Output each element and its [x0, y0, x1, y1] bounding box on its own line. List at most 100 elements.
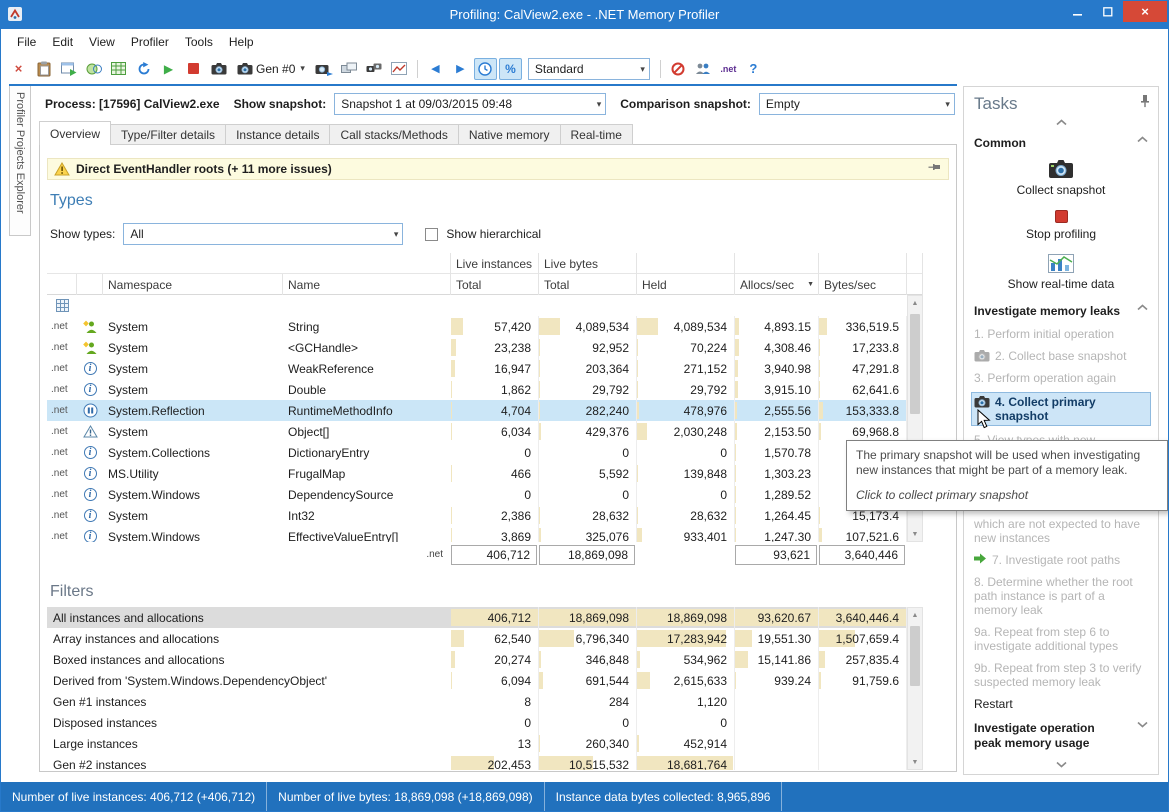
types-row[interactable]: .netSystemObject[]6,034429,3762,030,2482…	[47, 421, 907, 442]
forward-button[interactable]: ▶	[449, 58, 472, 80]
column-header-name[interactable]: Name	[283, 274, 451, 295]
section-header-common[interactable]: Common	[974, 136, 1148, 151]
column-header-bytes-sec[interactable]: Bytes/sec	[819, 274, 907, 295]
collect-gen0-snapshot-button[interactable]: Gen #0▾	[232, 58, 310, 80]
profile-web-button[interactable]	[82, 58, 105, 80]
scrollbar-thumb[interactable]	[910, 626, 920, 686]
task-item-collect-snapshot[interactable]: Collect snapshot	[974, 158, 1148, 197]
task-item-show-real-time-data[interactable]: Show real-time data	[974, 254, 1148, 291]
show-snapshot-select[interactable]: Snapshot 1 at 09/03/2015 09:48 ▾	[334, 93, 606, 115]
scroll-up-arrow[interactable]: ▲	[908, 296, 922, 310]
menu-view[interactable]: View	[81, 32, 123, 52]
tab-native-memory[interactable]: Native memory	[459, 124, 561, 145]
tasks-scroll-up[interactable]	[964, 114, 1158, 126]
chevron-up-icon[interactable]	[1137, 304, 1148, 311]
tasks-scroll-down[interactable]	[964, 761, 1158, 768]
percent-button[interactable]: %	[499, 58, 522, 80]
filter-row[interactable]: All instances and allocations406,71218,8…	[47, 607, 907, 628]
delete-button[interactable]: ×	[7, 58, 30, 80]
run-exe-button[interactable]	[57, 58, 80, 80]
menu-edit[interactable]: Edit	[44, 32, 81, 52]
types-row[interactable]: .netiMS.UtilityFrugalMap4665,592139,8481…	[47, 463, 907, 484]
collect-snapshot-button[interactable]	[207, 58, 230, 80]
tab-call-stacks-methods[interactable]: Call stacks/Methods	[330, 124, 458, 145]
back-button[interactable]: ◀	[424, 58, 447, 80]
filter-row[interactable]: Gen #1 instances82841,120	[47, 691, 907, 712]
namespace-cell: System	[103, 505, 283, 526]
task-item-8-determine-whether-the-root-path-instance: 8. Determine whether the root path insta…	[974, 575, 1148, 617]
column-header-namespace[interactable]: Namespace	[103, 274, 283, 295]
issues-banner[interactable]: Direct EventHandler roots (+ 11 more iss…	[47, 158, 949, 180]
dotnet-button[interactable]: .net	[717, 58, 740, 80]
show-hierarchical-checkbox[interactable]	[425, 228, 438, 241]
graph-button[interactable]	[388, 58, 411, 80]
tab-instance-details[interactable]: Instance details	[226, 124, 330, 145]
profiler-projects-explorer-tab[interactable]: Profiler Projects Explorer	[9, 86, 31, 236]
filter-row[interactable]: Gen #2 instances202,45310,515,53218,681,…	[47, 754, 907, 770]
task-item-4-collect-primary-snapshot[interactable]: 4. Collect primary snapshot	[972, 393, 1150, 425]
help-button[interactable]: ?	[742, 58, 765, 80]
filter-row[interactable]: Disposed instances000	[47, 712, 907, 733]
column-header-held[interactable]: Held	[637, 274, 735, 295]
task-item-stop-profiling[interactable]: Stop profiling	[974, 210, 1148, 241]
filter-row[interactable]: Boxed instances and allocations20,274346…	[47, 649, 907, 670]
menu-profiler[interactable]: Profiler	[123, 32, 177, 52]
mouse-cursor	[977, 409, 991, 432]
snapshot-pair-button[interactable]	[363, 58, 386, 80]
column-header-total[interactable]: Total	[539, 274, 637, 295]
tab-real-time[interactable]: Real-time	[561, 124, 633, 145]
users-button[interactable]	[692, 58, 715, 80]
section-header-investigate-operation-peak-memory-usage[interactable]: Investigate operation peak memory usage	[974, 721, 1148, 751]
column-header-allocs-sec[interactable]: Allocs/sec▼	[735, 274, 819, 295]
scrollbar-thumb[interactable]	[910, 314, 920, 414]
grid-icon[interactable]	[56, 299, 69, 312]
snapshot-arrow-button[interactable]	[312, 58, 336, 80]
filter-row[interactable]: Array instances and allocations62,5406,7…	[47, 628, 907, 649]
types-row[interactable]: .netiSystem.WindowsEffectiveValueEntry[]…	[47, 526, 907, 542]
block-button[interactable]	[667, 58, 690, 80]
types-row[interactable]: .netiSystemWeakReference16,947203,364271…	[47, 358, 907, 379]
compare-snapshots-button[interactable]	[338, 58, 361, 80]
pin-icon[interactable]	[928, 163, 942, 175]
comparison-snapshot-select[interactable]: Empty ▾	[759, 93, 955, 115]
paste-button[interactable]	[32, 58, 55, 80]
scroll-down-arrow[interactable]: ▼	[908, 527, 922, 541]
types-row[interactable]: .netiSystem.WindowsDependencySource0001,…	[47, 484, 907, 505]
menu-help[interactable]: Help	[221, 32, 262, 52]
import-table-button[interactable]	[107, 58, 130, 80]
scroll-down-arrow[interactable]: ▼	[908, 755, 922, 769]
types-empty-row[interactable]	[47, 295, 907, 316]
types-row[interactable]: .netSystemString57,4204,089,5344,089,534…	[47, 316, 907, 337]
chevron-down-icon[interactable]	[1137, 721, 1148, 728]
tab-overview[interactable]: Overview	[39, 121, 111, 145]
types-row[interactable]: .netSystem.ReflectionRuntimeMethodInfo4,…	[47, 400, 907, 421]
section-header-investigate-memory-leaks[interactable]: Investigate memory leaks	[974, 304, 1148, 319]
minimize-button[interactable]	[1063, 1, 1093, 22]
filter-row[interactable]: Derived from 'System.Windows.DependencyO…	[47, 670, 907, 691]
filter-row[interactable]: Large instances13260,340452,914	[47, 733, 907, 754]
chevron-up-icon[interactable]	[1137, 136, 1148, 143]
types-row[interactable]: .netiSystem.CollectionsDictionaryEntry00…	[47, 442, 907, 463]
value-bar	[735, 318, 739, 335]
tab-type-filter-details[interactable]: Type/Filter details	[111, 124, 226, 145]
types-row[interactable]: .netiSystemDouble1,86229,79229,7923,915.…	[47, 379, 907, 400]
value-cell: 0	[451, 442, 539, 463]
pin-icon[interactable]	[1139, 94, 1151, 108]
session-timer-button[interactable]	[474, 58, 497, 80]
maximize-button[interactable]	[1093, 1, 1123, 22]
menu-tools[interactable]: Tools	[177, 32, 221, 52]
task-item-restart[interactable]: Restart	[974, 697, 1148, 711]
start-profiling-button[interactable]: ▶	[157, 58, 180, 80]
vertical-scrollbar[interactable]: ▲▼	[907, 607, 923, 770]
refresh-button[interactable]	[132, 58, 155, 80]
types-row[interactable]: .netSystem<GCHandle>23,23892,95270,2244,…	[47, 337, 907, 358]
stop-profiling-button[interactable]	[182, 58, 205, 80]
value-cell: 2,615,633	[637, 670, 735, 691]
show-types-select[interactable]: All ▾	[123, 223, 403, 245]
menu-file[interactable]: File	[9, 32, 44, 52]
column-header-total[interactable]: Total	[451, 274, 539, 295]
close-button[interactable]: ×	[1123, 1, 1167, 22]
preset-select[interactable]: Standard▾	[528, 58, 650, 80]
scroll-up-arrow[interactable]: ▲	[908, 608, 922, 622]
types-row[interactable]: .netiSystemInt322,38628,63228,6321,264.4…	[47, 505, 907, 526]
